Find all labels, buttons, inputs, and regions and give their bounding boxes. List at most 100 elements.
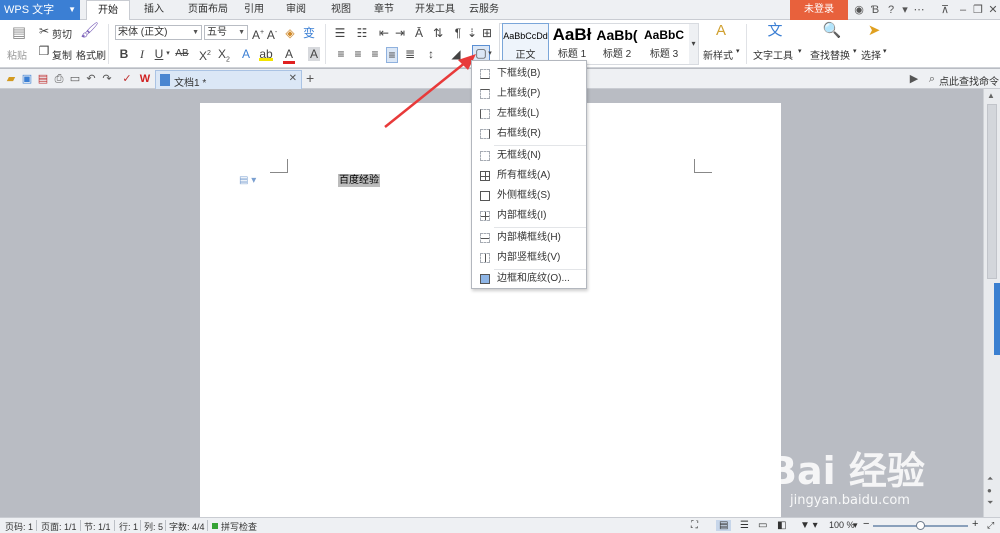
customize-icon[interactable]: ✓ [120,72,134,86]
tab-review[interactable]: 审阅 [280,0,312,20]
tab-chapter[interactable]: 章节 [368,0,400,20]
scroll-thumb[interactable] [987,104,997,279]
side-panel-toggle[interactable] [994,283,1000,355]
feedback-icon[interactable]: Ɓ [868,3,882,17]
tab-developer[interactable]: 开发工具 [412,0,458,20]
selected-text[interactable]: 百度经验 [338,174,380,187]
redo-icon[interactable]: ↷ [100,72,114,86]
zoom-out-icon[interactable]: − [863,518,869,530]
copy-button[interactable]: 复制 [52,47,72,62]
style-heading-3[interactable]: AaBbC 标题 3 [640,23,688,63]
command-search-input[interactable]: 点此查找命令 [939,73,999,88]
table-icon[interactable]: ⊞ [481,26,493,40]
menu-item-outside-borders[interactable]: 外侧框线(S) [472,186,586,206]
chevron-down-icon[interactable]: ▾ [164,47,172,61]
zoom-level[interactable]: 100 % [829,520,855,530]
web-view-icon[interactable]: ◧ [777,520,786,531]
cut-button[interactable]: 剪切 [52,26,72,41]
status-word-count[interactable]: 字数: 4/4 [169,520,205,533]
style-heading-2[interactable]: AaBb( 标题 2 [595,23,639,63]
decrease-indent-icon[interactable]: ⇤ [378,26,390,40]
new-style-button[interactable]: 新样式 [703,47,733,62]
menu-item-all-borders[interactable]: 所有框线(A) [472,166,586,186]
tab-cloud[interactable]: 云服务 [464,0,504,20]
next-page-icon[interactable]: ⏷ [987,498,993,508]
menu-item-right-border[interactable]: 右框线(R) [472,124,586,144]
chevron-down-icon[interactable]: ▾ [486,47,494,61]
export-pdf-icon[interactable]: ▤ [36,72,50,86]
clear-format-icon[interactable]: ◈ [284,26,296,40]
maximize-icon[interactable]: ❐ [971,3,985,17]
align-center-icon[interactable]: ≡ [352,47,364,61]
close-tab-icon[interactable]: ✕ [289,73,297,84]
menu-item-inside-borders[interactable]: 内部框线(I) [472,206,586,226]
find-replace-button[interactable]: 查找替换 [810,47,850,62]
zoom-dropdown-icon[interactable]: ▾ [853,520,858,531]
style-heading-1[interactable]: AaBł 标题 1 [550,23,594,63]
zoom-in-icon[interactable]: + [972,518,978,530]
highlight-icon[interactable]: ab [259,47,273,61]
new-tab-icon[interactable]: + [306,70,314,86]
text-tools-button[interactable]: 文字工具 [753,47,793,62]
menu-item-inside-horizontal[interactable]: 内部横框线(H) [472,228,586,248]
page-view-icon[interactable]: ▤ [716,520,732,531]
prev-page-icon[interactable]: ⏶ [987,474,993,484]
paste-icon[interactable]: ▤ [11,25,27,40]
minimize-icon[interactable]: – [956,3,970,17]
italic-icon[interactable]: I [137,47,147,61]
login-button[interactable]: 未登录 [790,0,848,20]
wps-logo-icon[interactable]: W [138,72,152,86]
outline-view-icon[interactable]: ☰ [740,520,749,531]
undo-icon[interactable]: ↶ [84,72,98,86]
status-spell-check[interactable]: 拼写检查 [221,520,257,533]
subscript-icon[interactable]: X2 [218,47,230,67]
pin-icon[interactable]: ▶ [907,72,921,86]
save-icon[interactable]: ▣ [20,72,34,86]
menu-item-inside-vertical[interactable]: 内部竖框线(V) [472,248,586,268]
tab-references[interactable]: 引用 [238,0,270,20]
print-icon[interactable]: ⎙ [52,72,66,86]
align-left-icon[interactable]: ≡ [335,47,347,61]
increase-indent-icon[interactable]: ⇥ [394,26,406,40]
open-folder-icon[interactable]: ▰ [4,72,18,86]
menu-item-bottom-border[interactable]: 下框线(B) [472,64,586,84]
restore-ribbon-icon[interactable]: ⊼ [938,3,952,17]
menu-item-no-border[interactable]: 无框线(N) [472,146,586,166]
eye-protect-icon[interactable]: ▼ ▾ [800,520,818,531]
paste-button[interactable]: 粘贴 [7,47,27,62]
tab-view[interactable]: 视图 [325,0,357,20]
select-browse-icon[interactable]: ● [987,486,992,495]
fit-icon[interactable]: ⤢ [987,520,994,531]
settings-icon[interactable]: ⋯ [912,3,926,17]
char-shading-icon[interactable]: A [308,47,320,61]
phonetic-guide-icon[interactable]: 变 [302,26,316,40]
font-color-icon[interactable]: A [283,47,295,64]
style-normal[interactable]: AaBbCcDd 正文 [502,23,549,63]
strikethrough-icon[interactable]: AB [175,47,189,61]
menu-item-borders-and-shading[interactable]: 边框和底纹(O)... [472,269,586,289]
gallery-scroll-icon[interactable]: ▾ [689,24,698,64]
scroll-up-icon[interactable]: ▲ [987,91,995,100]
read-view-icon[interactable]: ▭ [758,520,767,531]
tab-home[interactable]: 开始 [86,0,130,21]
bold-icon[interactable]: B [119,47,129,61]
paragraph-handle-icon[interactable]: ▤ ▾ [239,175,256,186]
tab-page-layout[interactable]: 页面布局 [180,0,236,20]
chinese-layout-icon[interactable]: Ā [412,26,426,40]
text-effect-icon[interactable]: A [240,47,252,61]
underline-icon[interactable]: U [154,47,164,61]
bullet-list-icon[interactable]: ☰ [333,26,347,40]
numbered-list-icon[interactable]: ☷ [355,26,369,40]
skin-icon[interactable]: ◉ [852,3,866,17]
app-menu-button[interactable]: WPS 文字 ▼ [0,0,80,20]
sort-icon[interactable]: ⇅ [432,26,444,40]
help-icon[interactable]: ? [884,3,898,17]
shrink-font-icon[interactable]: A- [266,26,278,42]
close-icon[interactable]: ✕ [986,3,1000,17]
sort-desc-icon[interactable]: ⇣ [466,26,478,40]
zoom-slider-thumb[interactable] [916,521,925,530]
document-tab[interactable]: 文档1 * ✕ [155,70,302,89]
font-name-select[interactable]: 宋体 (正文) ▼ [115,25,202,40]
menu-item-top-border[interactable]: 上框线(P) [472,84,586,104]
show-marks-icon[interactable]: ¶ [452,26,464,40]
